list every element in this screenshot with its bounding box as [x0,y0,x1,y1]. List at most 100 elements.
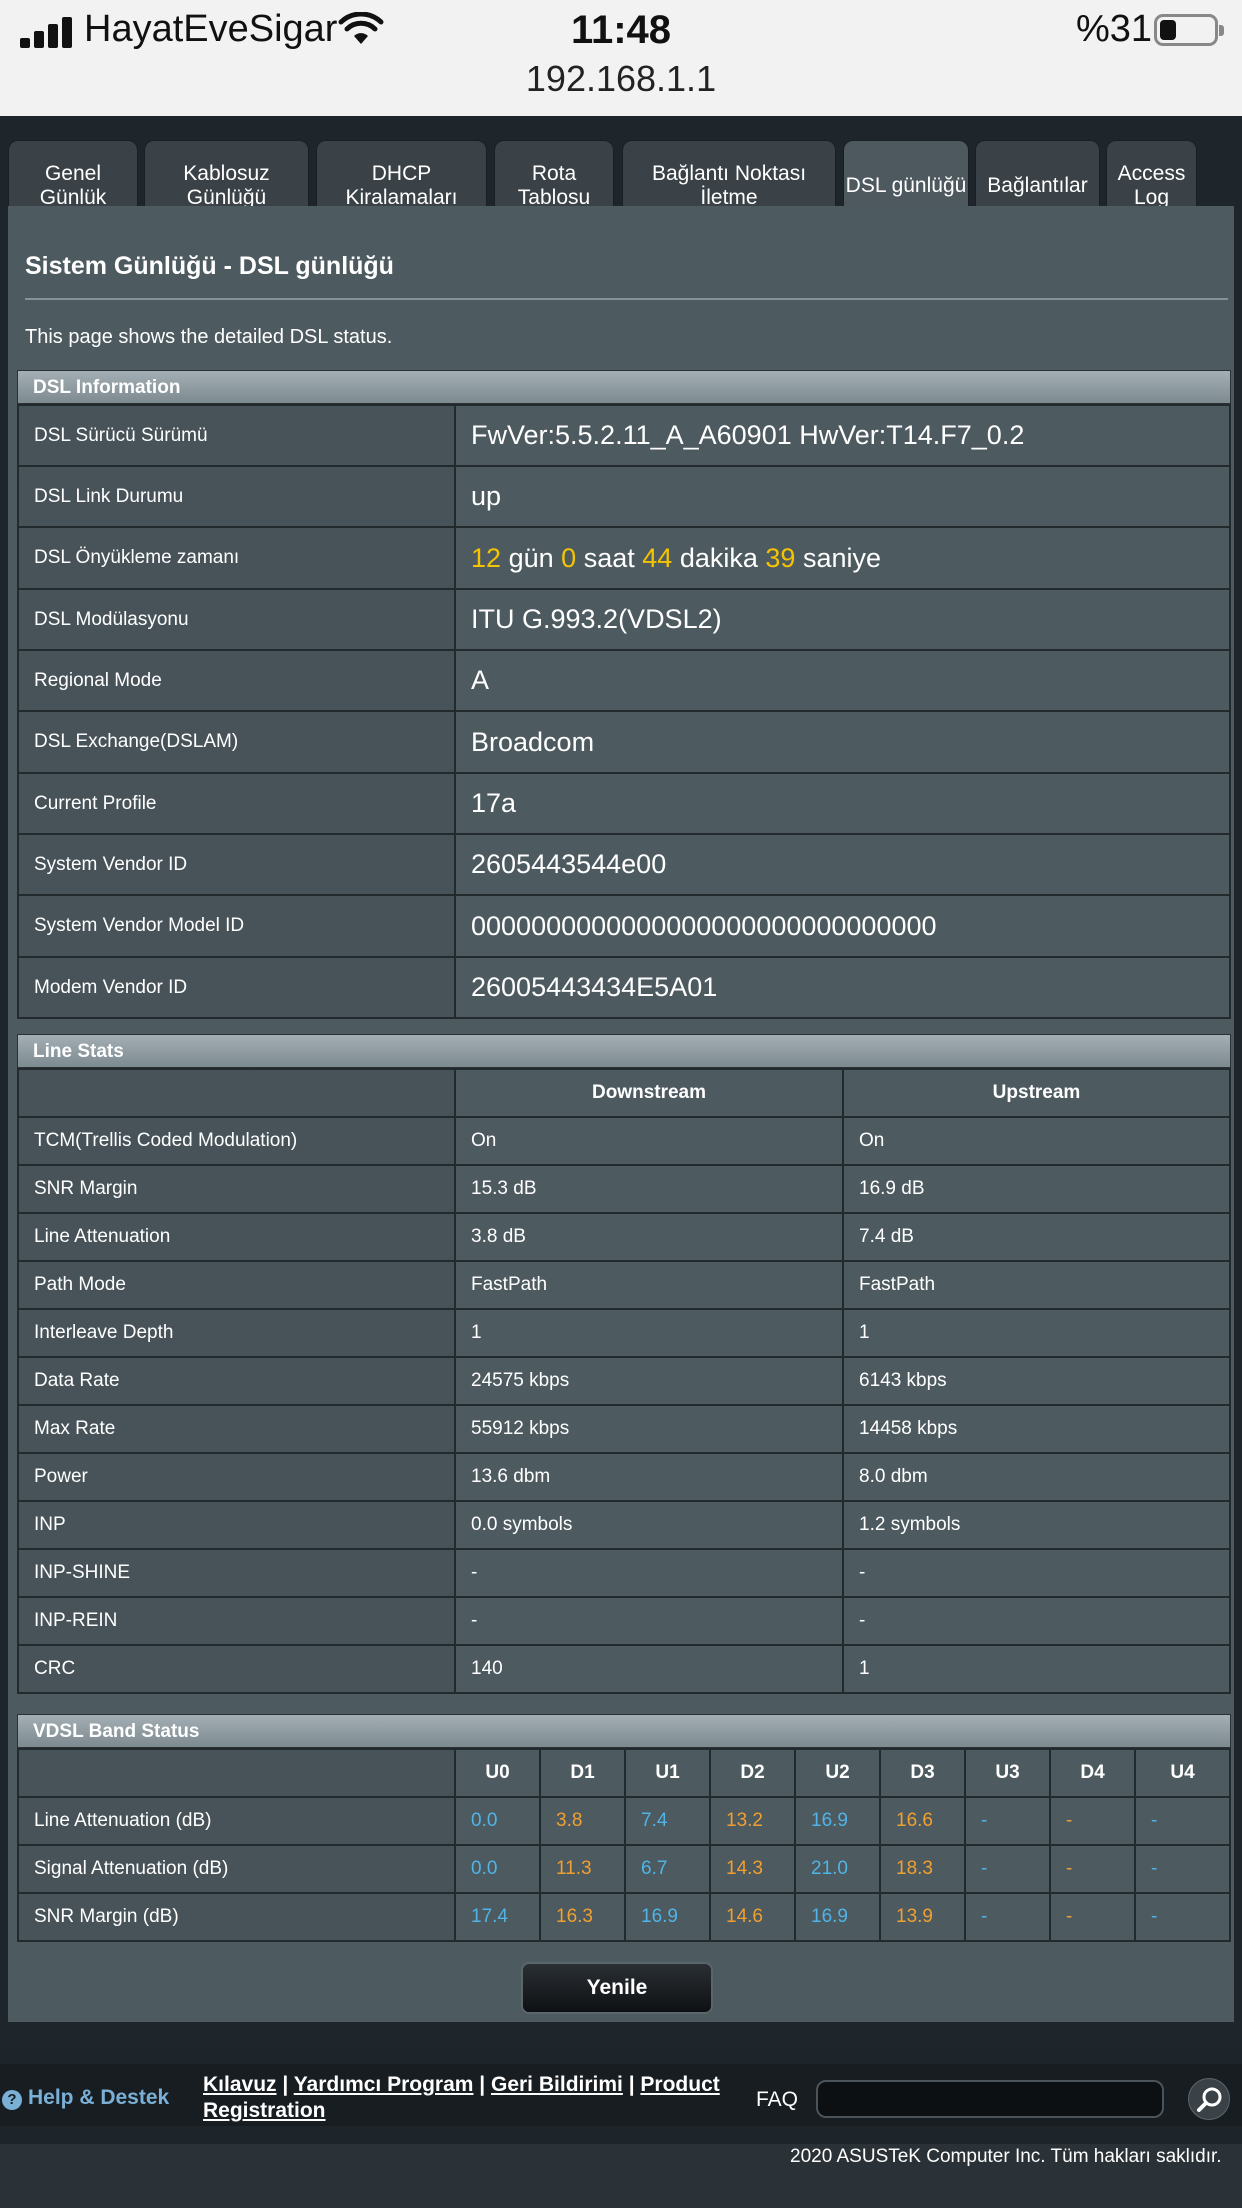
table-row: Current Profile 17a [17,772,1231,835]
table-row: System Vendor Model ID 000000000000000000… [17,894,1231,958]
downstream-header: Downstream [454,1068,844,1118]
upstream-value: FastPath [842,1260,1231,1310]
downstream-value: 3.8 dB [454,1212,844,1262]
downstream-value: 24575 kbps [454,1356,844,1406]
row-label: System Vendor Model ID [17,894,456,958]
modem-vendor-id-value: 26005443434E5A01 [454,956,1231,1019]
band-value: - [1049,1796,1136,1846]
current-profile-value: 17a [454,772,1231,835]
dsl-information-heading: DSL Information [17,370,1231,404]
line-stats-table: Downstream Upstream TCM(Trellis Coded Mo… [17,1068,1231,1694]
row-label: SNR Margin [17,1164,456,1214]
row-label: DSL Modülasyonu [17,588,456,651]
dsl-information-table: DSL Sürücü Sürümü FwVer:5.5.2.11_A_A60901… [17,404,1231,1019]
row-label: Line Attenuation [17,1212,456,1262]
band-value: 16.9 [624,1892,711,1942]
table-header-row: U0 D1 U1 D2 U2 D3 U3 D4 U4 [17,1748,1231,1798]
table-header-row: Downstream Upstream [17,1068,1231,1118]
refresh-button[interactable]: Yenile [521,1962,713,2014]
search-button[interactable] [1188,2078,1230,2120]
band-header: U3 [964,1748,1051,1798]
table-row: DSL Önyükleme zamanı 12 gün 0 saat 44 da… [17,526,1231,590]
table-row: SNR Margin 15.3 dB 16.9 dB [17,1164,1231,1214]
upstream-value: - [842,1596,1231,1646]
downstream-value: On [454,1116,844,1166]
band-value: - [1134,1844,1231,1894]
upstream-value: 16.9 dB [842,1164,1231,1214]
band-value: 7.4 [624,1796,711,1846]
row-label: Data Rate [17,1356,456,1406]
address-bar-url[interactable]: 192.168.1.1 [0,58,1242,100]
content-panel: Sistem Günlüğü - DSL günlüğü This page s… [8,206,1234,2022]
table-row: Regional Mode A [17,649,1231,712]
band-value: - [1049,1892,1136,1942]
upstream-value: - [842,1548,1231,1598]
downstream-value: 140 [454,1644,844,1694]
uptime-seconds: 39 [765,542,796,573]
table-row: CRC 140 1 [17,1644,1231,1694]
row-label: DSL Link Durumu [17,465,456,528]
band-value: 16.9 [794,1892,881,1942]
faq-label: FAQ [756,2088,799,2111]
row-label: INP-SHINE [17,1548,456,1598]
downstream-value: 0.0 symbols [454,1500,844,1550]
utility-link[interactable]: Yardımcı Program [294,2073,474,2096]
table-row: Path Mode FastPath FastPath [17,1260,1231,1310]
downstream-value: 1 [454,1308,844,1358]
title-divider [25,298,1228,300]
row-label: TCM(Trellis Coded Modulation) [17,1116,456,1166]
upstream-value: 6143 kbps [842,1356,1231,1406]
downstream-value: 15.3 dB [454,1164,844,1214]
band-value: - [1134,1892,1231,1942]
table-row: Data Rate 24575 kbps 6143 kbps [17,1356,1231,1406]
band-value: 6.7 [624,1844,711,1894]
band-value: 14.3 [709,1844,796,1894]
manual-link[interactable]: Kılavuz [203,2073,277,2096]
row-label: Current Profile [17,772,456,835]
link-status-value: up [454,465,1231,528]
row-label: Interleave Depth [17,1308,456,1358]
band-value: 3.8 [539,1796,626,1846]
footer-links: Kılavuz | Yardımcı Program | Geri Bildir… [203,2073,720,2122]
faq-search-input[interactable] [816,2080,1164,2118]
page-title: Sistem Günlüğü - DSL günlüğü [25,252,394,280]
row-label: INP [17,1500,456,1550]
uptime-days: 12 [471,542,502,573]
vdsl-band-table: U0 D1 U1 D2 U2 D3 U3 D4 U4 Line Attenuat… [17,1748,1231,1942]
row-label: INP-REIN [17,1596,456,1646]
band-header: U4 [1134,1748,1231,1798]
band-value: 11.3 [539,1844,626,1894]
table-row: INP 0.0 symbols 1.2 symbols [17,1500,1231,1550]
band-value: - [1049,1844,1136,1894]
upstream-value: 1.2 symbols [842,1500,1231,1550]
band-value: 14.6 [709,1892,796,1942]
battery-percent: %31 [1076,8,1153,50]
band-value: - [964,1892,1051,1942]
dslam-value: Broadcom [454,710,1231,774]
help-icon: ? [2,2090,22,2110]
row-label: Regional Mode [17,649,456,712]
band-value: 17.4 [454,1892,541,1942]
table-row: DSL Modülasyonu ITU G.993.2(VDSL2) [17,588,1231,651]
band-header: U1 [624,1748,711,1798]
band-value: 13.9 [879,1892,966,1942]
system-vendor-model-id-value: 0000000000000000000000000000000 [454,894,1231,958]
band-value: - [1134,1796,1231,1846]
upstream-value: 1 [842,1644,1231,1694]
feedback-link[interactable]: Geri Bildirimi [491,2073,623,2096]
row-label: SNR Margin (dB) [17,1892,456,1942]
band-value: 13.2 [709,1796,796,1846]
ios-status-bar: HayatEveSigar 11:48 %31 192.168.1.1 [0,0,1242,116]
table-row: DSL Sürücü Sürümü FwVer:5.5.2.11_A_A60901… [17,404,1231,467]
table-row: SNR Margin (dB) 17.4 16.3 16.9 14.6 16.9… [17,1892,1231,1942]
help-support[interactable]: ? Help & Destek [2,2086,169,2110]
downstream-value: 55912 kbps [454,1404,844,1454]
copyright-bar: 2020 ASUSTeK Computer Inc. Tüm hakları s… [0,2144,1242,2208]
uptime-hours: 0 [561,542,577,573]
band-header: D2 [709,1748,796,1798]
row-label: Line Attenuation (dB) [17,1796,456,1846]
band-header: D3 [879,1748,966,1798]
row-label: DSL Sürücü Sürümü [17,404,456,467]
uptime-minutes: 44 [642,542,673,573]
table-row: Max Rate 55912 kbps 14458 kbps [17,1404,1231,1454]
